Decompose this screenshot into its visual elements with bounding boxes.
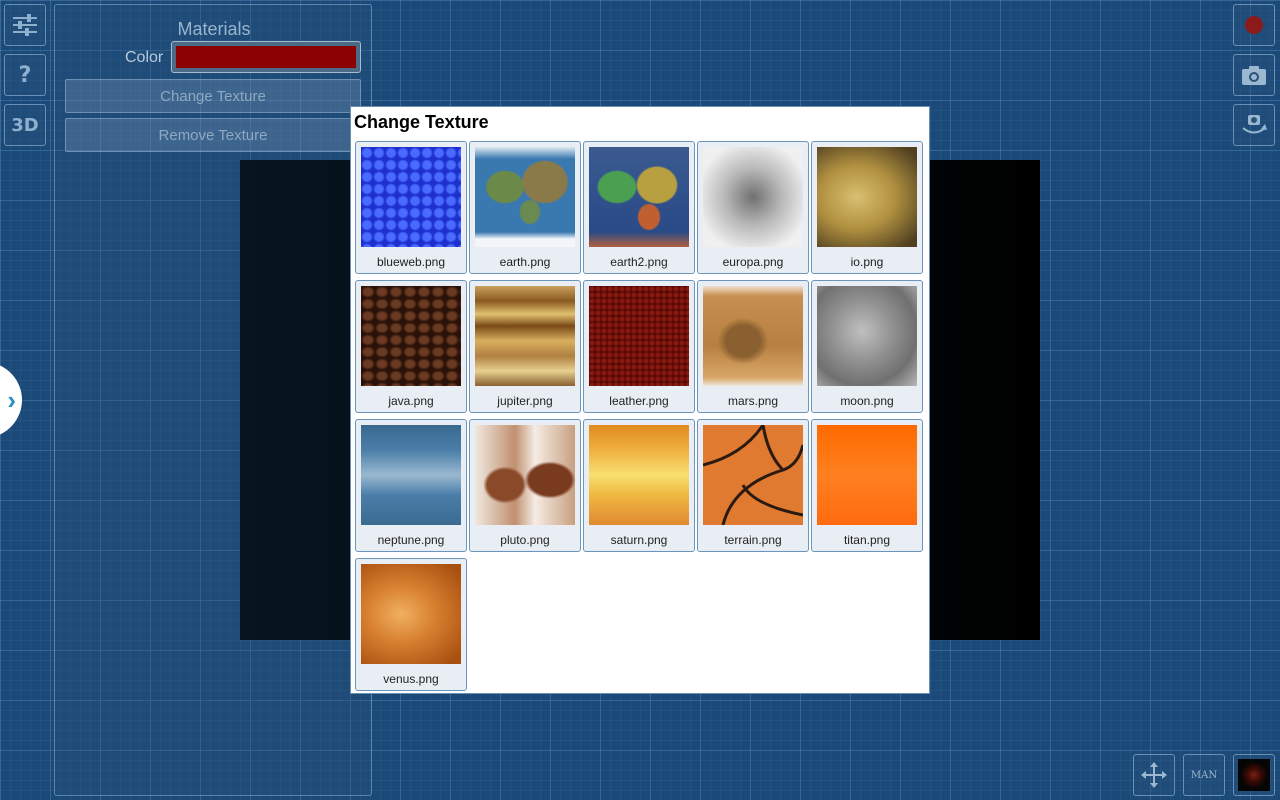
camera-icon xyxy=(1242,66,1266,85)
texture-tile-mars[interactable]: mars.png xyxy=(697,280,809,413)
texture-name: java.png xyxy=(388,394,434,408)
move-button[interactable] xyxy=(1133,754,1175,796)
texture-name: mars.png xyxy=(727,394,779,408)
screenshot-button[interactable] xyxy=(1233,54,1275,96)
texture-thumbnail xyxy=(589,425,689,525)
texture-name: venus.png xyxy=(383,672,439,686)
texture-thumbnail xyxy=(703,147,803,247)
texture-name: europa.png xyxy=(722,255,784,269)
texture-tile-earth2[interactable]: earth2.png xyxy=(583,141,695,274)
move-icon xyxy=(1141,762,1167,788)
texture-name: blueweb.png xyxy=(376,255,446,269)
texture-tile-venus[interactable]: venus.png xyxy=(355,558,467,691)
remove-texture-button[interactable]: Remove Texture xyxy=(65,118,361,152)
texture-thumbnail xyxy=(361,286,461,386)
texture-thumbnail xyxy=(361,564,461,664)
texture-tile-titan[interactable]: titan.png xyxy=(811,419,923,552)
rotate-camera-icon xyxy=(1242,115,1267,134)
texture-thumbnail xyxy=(817,286,917,386)
texture-tile-neptune[interactable]: neptune.png xyxy=(355,419,467,552)
texture-name: earth2.png xyxy=(610,255,668,269)
texture-name: saturn.png xyxy=(610,533,668,547)
texture-tile-moon[interactable]: moon.png xyxy=(811,280,923,413)
texture-name: moon.png xyxy=(840,394,894,408)
texture-thumbnail xyxy=(475,286,575,386)
expand-arrow-icon: › xyxy=(7,384,16,415)
panel-title: Materials xyxy=(177,19,251,39)
sliders-icon xyxy=(13,14,37,36)
texture-tile-io[interactable]: io.png xyxy=(811,141,923,274)
terrain-cracks xyxy=(702,424,805,526)
view-3d-button[interactable]: 3D xyxy=(4,104,46,146)
3d-icon: 3D xyxy=(11,114,39,136)
texture-thumbnail xyxy=(817,147,917,247)
help-button[interactable]: ? xyxy=(4,54,46,96)
texture-thumbnail xyxy=(703,286,803,386)
texture-thumbnail xyxy=(589,286,689,386)
texture-thumbnail xyxy=(361,147,461,247)
texture-name: jupiter.png xyxy=(497,394,553,408)
texture-name: titan.png xyxy=(843,533,891,547)
texture-tile-pluto[interactable]: pluto.png xyxy=(469,419,581,552)
texture-thumbnail xyxy=(361,425,461,525)
texture-tile-java[interactable]: java.png xyxy=(355,280,467,413)
texture-thumbnail xyxy=(475,147,575,247)
rotate-camera-button[interactable] xyxy=(1233,104,1275,146)
expand-panel-handle[interactable]: › xyxy=(0,362,22,438)
texture-tile-europa[interactable]: europa.png xyxy=(697,141,809,274)
dialog-title: Change Texture xyxy=(354,112,489,132)
texture-tile-leather[interactable]: leather.png xyxy=(583,280,695,413)
texture-name: earth.png xyxy=(499,255,551,269)
texture-tile-saturn[interactable]: saturn.png xyxy=(583,419,695,552)
texture-tile-earth[interactable]: earth.png xyxy=(469,141,581,274)
settings-button[interactable] xyxy=(4,4,46,46)
mode-button[interactable]: MAN xyxy=(1183,754,1225,796)
mode-label: MAN xyxy=(1190,769,1218,781)
color-label: Color xyxy=(125,49,164,66)
texture-thumbnail xyxy=(702,424,805,526)
texture-name: leather.png xyxy=(609,394,669,408)
record-icon xyxy=(1245,16,1263,34)
material-preview-button[interactable] xyxy=(1233,754,1275,796)
change-texture-dialog: Change Texture blueweb.png earth.png ear… xyxy=(350,106,930,694)
color-picker[interactable] xyxy=(171,41,361,73)
texture-name: neptune.png xyxy=(377,533,445,547)
material-preview xyxy=(1238,759,1270,791)
record-button[interactable] xyxy=(1233,4,1275,46)
texture-tile-jupiter[interactable]: jupiter.png xyxy=(469,280,581,413)
texture-tile-terrain[interactable]: terrain.png xyxy=(697,419,809,552)
texture-name: terrain.png xyxy=(724,533,782,547)
texture-thumbnail xyxy=(589,147,689,247)
texture-name: io.png xyxy=(850,255,884,269)
texture-name: pluto.png xyxy=(500,533,550,547)
texture-thumbnail xyxy=(817,425,917,525)
texture-tile-blueweb[interactable]: blueweb.png xyxy=(355,141,467,274)
help-icon: ? xyxy=(18,62,32,88)
change-texture-button[interactable]: Change Texture xyxy=(65,79,361,113)
texture-thumbnail xyxy=(475,425,575,525)
